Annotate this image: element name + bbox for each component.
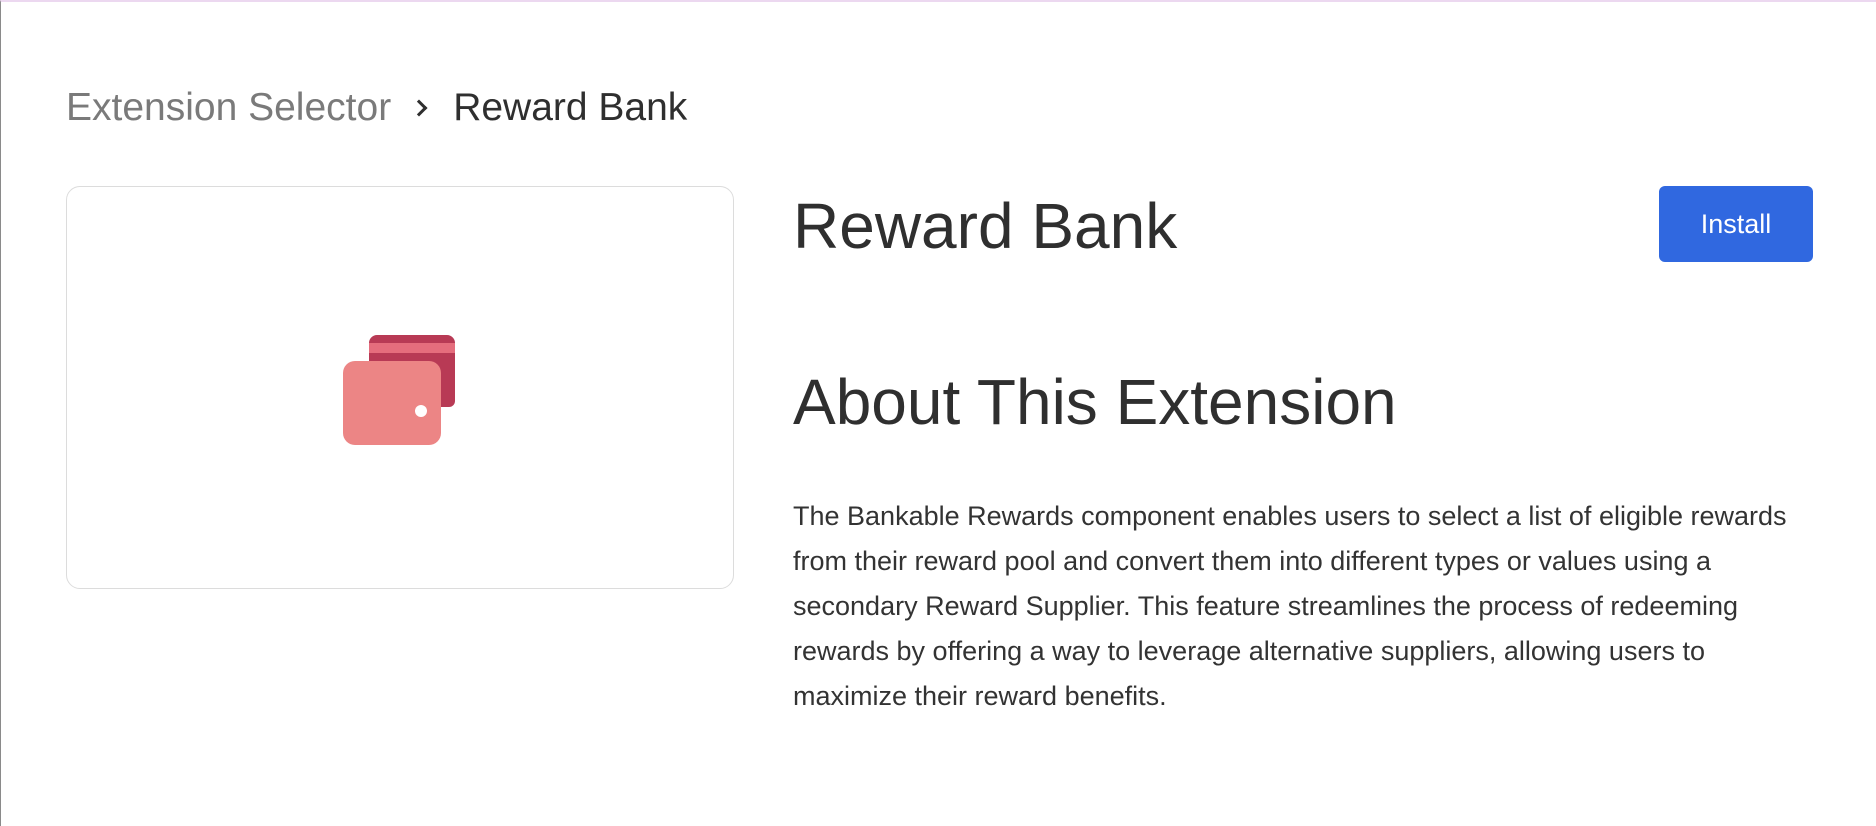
extension-details: Reward Bank Install About This Extension… <box>793 186 1813 711</box>
about-heading: About This Extension <box>793 366 1397 438</box>
breadcrumb-current: Reward Bank <box>453 86 688 129</box>
chevron-right-icon <box>410 99 428 117</box>
breadcrumb-extension-selector-link[interactable]: Extension Selector <box>66 84 391 132</box>
page: Extension Selector Reward Bank Reward Ba… <box>0 0 1876 826</box>
extension-description: The Bankable Rewards component enables u… <box>793 501 1787 711</box>
wallet-with-bills-icon <box>343 335 455 445</box>
breadcrumb: Extension Selector Reward Bank <box>66 84 687 132</box>
extension-image-card <box>66 186 734 589</box>
install-button[interactable]: Install <box>1659 186 1813 262</box>
